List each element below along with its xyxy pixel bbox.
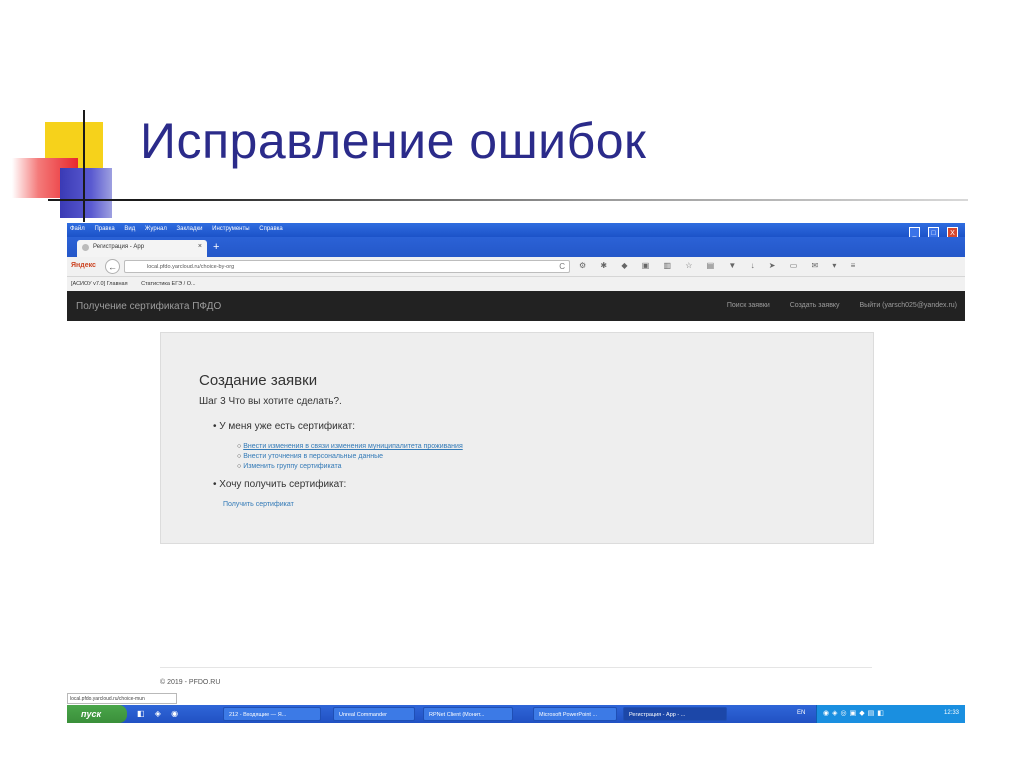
- option-have-certificate-label: У меня уже есть сертификат:: [219, 421, 356, 432]
- menu-edit[interactable]: Правка: [94, 226, 114, 232]
- list-item: ○ Внести изменения в связи изменения мун…: [237, 442, 463, 452]
- toolbar-icons[interactable]: ⚙ ✱ ◆ ▣ ▥ ☆ ▤ ▼ ↓ ➤ ▭ ✉ ▾ ≡: [579, 261, 861, 270]
- task-browser-registration[interactable]: Регистрация - App - ...: [623, 707, 727, 721]
- nav-logout[interactable]: Выйти (yarsch025@yandex.ru): [860, 302, 957, 309]
- certificate-actions-list: ○ Внести изменения в связи изменения мун…: [237, 442, 463, 472]
- system-tray: EN ◉◈◎▣◆▤◧ 12:33: [797, 705, 965, 723]
- option-get-certificate-label: Хочу получить сертификат:: [219, 479, 347, 490]
- bookmark-ege-stats[interactable]: Статистика ЕГЭ / О...: [141, 281, 195, 287]
- clock[interactable]: 12:33: [944, 710, 959, 716]
- app-brand[interactable]: Получение сертификата ПФДО: [76, 301, 221, 312]
- footer-copyright: © 2019 - PFDO.RU: [160, 679, 221, 686]
- language-indicator[interactable]: EN: [797, 710, 805, 716]
- yandex-search-icon[interactable]: Яндекс: [71, 262, 96, 269]
- nav-search-request[interactable]: Поиск заявки: [727, 302, 770, 309]
- list-item: ○ Изменить группу сертификата: [237, 462, 463, 472]
- request-card: Создание заявки Шаг 3 Что вы хотите сдел…: [160, 332, 874, 544]
- menu-history[interactable]: Журнал: [145, 226, 167, 232]
- decor-horizontal-line: [48, 199, 968, 201]
- card-step: Шаг 3 Что вы хотите сделать?.: [199, 396, 342, 407]
- task-unreal-commander[interactable]: Unreal Commander: [333, 707, 415, 721]
- windows-taskbar: пуск ◧ ◈ ◉ 212 - Входящие — Я... Unreal …: [67, 705, 965, 723]
- quick-launch-icons[interactable]: ◧ ◈ ◉: [137, 709, 182, 718]
- url-input[interactable]: local.pfdo.yarcloud.ru/choice-by-org C: [124, 260, 570, 273]
- menu-tools[interactable]: Инструменты: [212, 226, 249, 232]
- menu-help[interactable]: Справка: [259, 226, 283, 232]
- browser-menubar: Файл Правка Вид Журнал Закладки Инструме…: [67, 223, 965, 238]
- slide-title: Исправление ошибок: [140, 113, 647, 169]
- new-tab-button[interactable]: +: [213, 241, 219, 253]
- link-update-personal-data[interactable]: Внести уточнения в персональные данные: [243, 453, 383, 460]
- reload-icon[interactable]: C: [559, 262, 565, 271]
- start-button[interactable]: пуск: [67, 705, 127, 723]
- app-navbar: Получение сертификата ПФДО Поиск заявки …: [67, 291, 965, 321]
- status-url: local.pfdo.yarcloud.ru/choice-mun: [67, 693, 177, 704]
- window-buttons: _ □ X: [906, 224, 963, 238]
- tab-label: Регистрация - App: [93, 244, 145, 250]
- sub-bullet: ○: [237, 453, 242, 460]
- sub-bullet: ○: [237, 463, 242, 470]
- browser-screenshot: Файл Правка Вид Журнал Закладки Инструме…: [67, 223, 965, 726]
- browser-navbar: Яндекс ← local.pfdo.yarcloud.ru/choice-b…: [67, 257, 965, 277]
- browser-tab[interactable]: Регистрация - App ×: [77, 240, 207, 257]
- decor-vertical-line: [83, 110, 85, 222]
- list-item: ○ Внести уточнения в персональные данные: [237, 452, 463, 462]
- bullet: •: [213, 479, 217, 490]
- tab-close-icon[interactable]: ×: [198, 243, 202, 250]
- back-button[interactable]: ←: [105, 259, 120, 274]
- bookmark-asiou[interactable]: [АСИОУ v7.0] Главная: [71, 281, 128, 287]
- link-change-municipality[interactable]: Внести изменения в связи изменения муниц…: [243, 443, 463, 450]
- url-text: local.pfdo.yarcloud.ru/choice-by-org: [147, 264, 235, 270]
- browser-tabbar: Регистрация - App × +: [67, 237, 965, 257]
- option-get-certificate: • Хочу получить сертификат:: [213, 479, 346, 490]
- bookmarks-bar: [АСИОУ v7.0] Главная Статистика ЕГЭ / О.…: [67, 277, 965, 292]
- app-nav-links: Поиск заявки Создать заявку Выйти (yarsc…: [709, 302, 957, 309]
- card-title: Создание заявки: [199, 372, 318, 389]
- menu-file[interactable]: Файл: [70, 226, 85, 232]
- sub-bullet: ○: [237, 443, 242, 450]
- get-certificate-link[interactable]: Получить сертификат: [223, 501, 294, 508]
- decor-blue-square: [60, 168, 112, 218]
- menu-bookmarks[interactable]: Закладки: [177, 226, 203, 232]
- menu-view[interactable]: Вид: [124, 226, 135, 232]
- task-powerpoint[interactable]: Microsoft PowerPoint ...: [533, 707, 617, 721]
- tray-icons[interactable]: ◉◈◎▣◆▤◧: [823, 709, 887, 717]
- tab-favicon-icon: [82, 244, 89, 251]
- task-rpnet-client[interactable]: RPNet Client (Монит...: [423, 707, 513, 721]
- bullet: •: [213, 421, 217, 432]
- nav-create-request[interactable]: Создать заявку: [790, 302, 840, 309]
- option-have-certificate: • У меня уже есть сертификат:: [213, 421, 355, 432]
- footer-divider: [160, 667, 872, 668]
- link-change-group[interactable]: Изменить группу сертификата: [243, 463, 341, 470]
- task-mail[interactable]: 212 - Входящие — Я...: [223, 707, 321, 721]
